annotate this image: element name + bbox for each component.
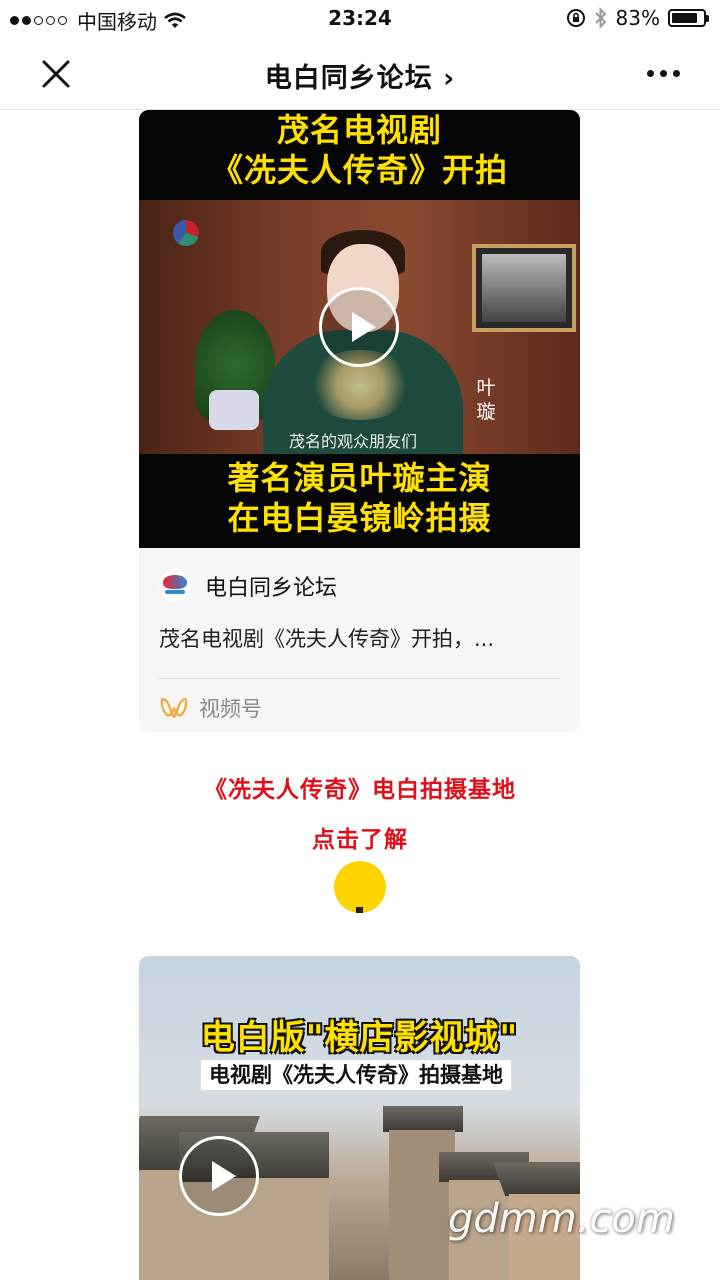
account-name: 电白同乡论坛: [205, 576, 338, 601]
nav-bar: 电白同乡论坛 ›: [0, 36, 720, 110]
video-thumbnail[interactable]: 茂名电视剧 《冼夫人传奇》开拍 叶 璇 茂名的观众朋友们 著名演员叶璇主演 在电…: [139, 110, 580, 548]
play-icon-2[interactable]: [179, 1136, 259, 1216]
roof-shape: [383, 1106, 463, 1132]
channels-icon: [160, 697, 188, 719]
account-avatar: [159, 570, 191, 602]
status-bar: 中国移动 23:24 83%: [0, 0, 720, 36]
video-card[interactable]: 茂名电视剧 《冼夫人传奇》开拍 叶 璇 茂名的观众朋友们 著名演员叶璇主演 在电…: [139, 110, 580, 732]
video-bottom-caption: 著名演员叶璇主演 在电白晏镜岭拍摄: [139, 454, 580, 548]
promo-link[interactable]: 点击了解: [0, 820, 720, 854]
video-top-caption: 茂名电视剧 《冼夫人传奇》开拍: [139, 110, 580, 200]
video-description: 茂名电视剧《冼夫人传奇》开拍，...: [159, 627, 495, 651]
status-right-group: 83%: [566, 6, 709, 30]
page-title[interactable]: 电白同乡论坛 ›: [0, 56, 720, 95]
video-subtitle: 茂名的观众朋友们: [289, 432, 418, 451]
roof-shape: [492, 1162, 580, 1196]
play-icon[interactable]: [319, 287, 399, 367]
caption-line: 《冼夫人传奇》开拍: [210, 151, 508, 189]
caption-line: 著名演员叶璇主演: [227, 459, 492, 497]
video-2-title: 电白版"横店影视城": [200, 1018, 519, 1058]
photo-frame: [472, 244, 576, 332]
watermark: gdmm.com: [448, 1196, 675, 1242]
presenter-name: 叶 璇: [476, 377, 496, 423]
account-row[interactable]: 电白同乡论坛: [159, 548, 560, 624]
caption-line: 在电白晏镜岭拍摄: [227, 499, 492, 537]
battery-icon: [668, 9, 709, 27]
tv-logo-icon: [173, 220, 199, 246]
rotation-lock-icon: [566, 9, 585, 27]
video-2-subtitle: 电视剧《冼夫人传奇》拍摄基地: [201, 1060, 511, 1090]
yellow-dot-button[interactable]: [334, 861, 386, 913]
bluetooth-icon: [594, 7, 606, 29]
promo-title: 《冼夫人传奇》电白拍摄基地: [204, 777, 516, 803]
card-info: 电白同乡论坛 茂名电视剧《冼夫人传奇》开拍，... 视频号: [139, 548, 580, 732]
caption-line: 茂名电视剧: [276, 111, 442, 149]
battery-percent: 83%: [615, 6, 660, 30]
channels-row: 视频号: [159, 679, 560, 732]
more-icon[interactable]: [647, 70, 680, 77]
channels-label: 视频号: [199, 697, 262, 721]
vase-image: [209, 390, 259, 430]
